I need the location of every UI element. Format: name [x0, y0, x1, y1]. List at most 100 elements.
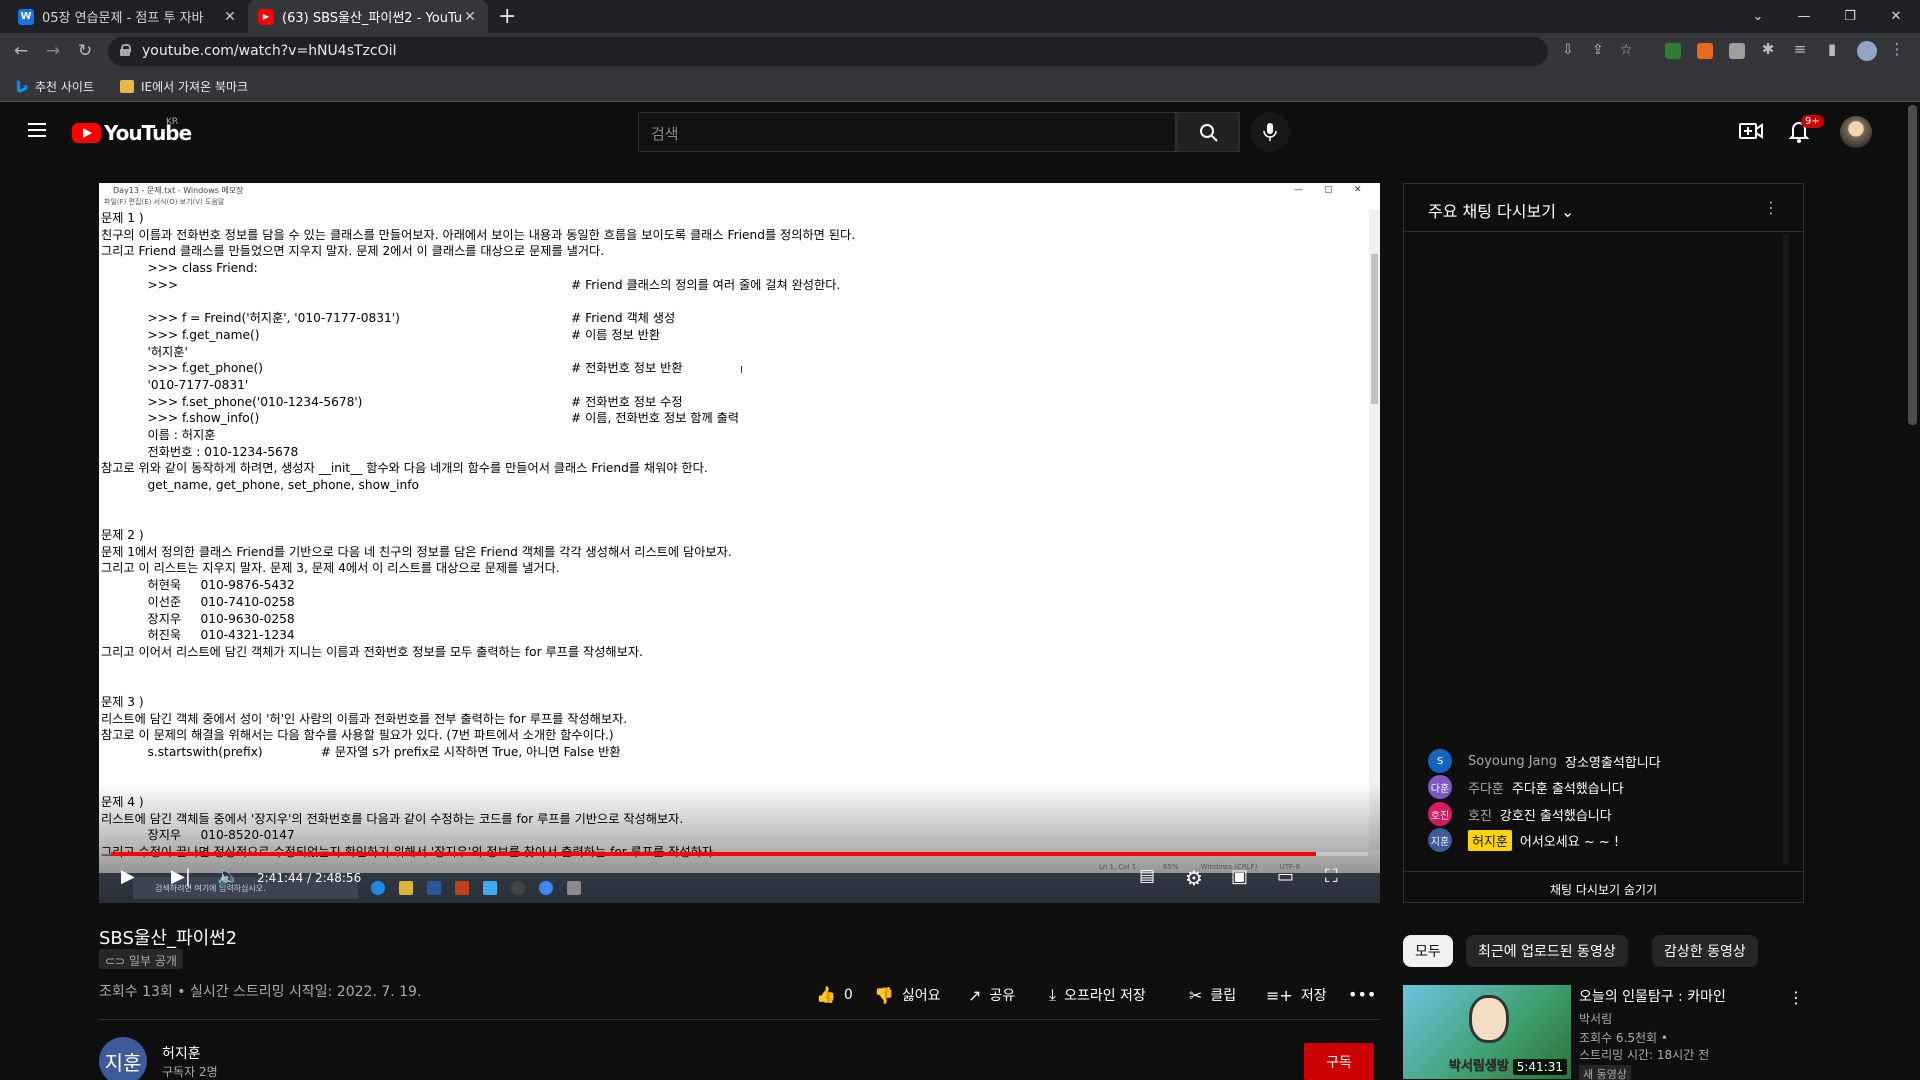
tab-search-icon[interactable]: ⌄: [1735, 0, 1781, 33]
browser-toolbar: ← → ↻ youtube.com/watch?v=hNU4sTzcOiI ⇩ …: [0, 33, 1920, 70]
video-title: SBS울산_파이썬2: [99, 928, 238, 949]
next-button[interactable]: ▶|: [171, 866, 191, 887]
notepad-line: [101, 494, 1369, 511]
side-panel-icon[interactable]: ▮: [1821, 40, 1843, 58]
page-scroll-thumb[interactable]: [1908, 105, 1917, 425]
extension-icon[interactable]: [1729, 43, 1745, 59]
chip-recent-uploads[interactable]: 최근에 업로드된 동영상: [1466, 935, 1628, 967]
recommended-more-icon[interactable]: ⋮: [1788, 988, 1804, 1007]
bookmark-ie-imported[interactable]: IE에서 가져온 북마크: [120, 78, 248, 95]
save-button[interactable]: ≡+ 저장: [1266, 985, 1327, 1005]
extensions-puzzle-icon[interactable]: ✱: [1757, 40, 1779, 58]
search-input[interactable]: 검색: [638, 112, 1176, 152]
notepad-line: [101, 293, 1369, 310]
recommended-thumbnail[interactable]: 박서림생방 5:41:31: [1403, 985, 1571, 1079]
browser-menu-icon[interactable]: ⋮: [1886, 40, 1908, 58]
notepad-line: >>> f = Freind('허지훈', '010-7177-0831') # …: [101, 310, 1369, 327]
notepad-minimize-icon: —: [1294, 185, 1303, 195]
chat-avatar[interactable]: 호진: [1428, 802, 1452, 826]
voice-search-button[interactable]: [1250, 112, 1290, 152]
back-arrow-icon[interactable]: ←: [10, 41, 32, 61]
line-text: '허지훈': [101, 344, 188, 359]
install-app-icon[interactable]: ⇩: [1562, 42, 1574, 58]
line-comment: # 전화번호 정보 수정: [571, 394, 683, 409]
notepad-line: 리스트에 담긴 객체 중에서 성이 '허'인 사람의 이름과 전화번호를 전부 …: [101, 711, 1369, 728]
notepad-title-bar: Day13 - 문제.txt - Windows 메모장 — ▢ ✕: [99, 183, 1380, 197]
bookmark-star-icon[interactable]: ☆: [1620, 42, 1633, 58]
progress-bar[interactable]: [111, 852, 1368, 856]
browser-tab-youtube[interactable]: ▶ (63) SBS울산_파이썬2 - YouTube ✕: [248, 0, 488, 33]
chat-avatar[interactable]: 다훈: [1428, 775, 1452, 799]
fullscreen-icon[interactable]: ⛶: [1325, 866, 1338, 887]
bookmark-recommended-sites[interactable]: 추천 사이트: [14, 78, 94, 95]
download-icon: ⤓: [1049, 985, 1057, 1004]
chip-all[interactable]: 모두: [1403, 935, 1453, 967]
chip-watched[interactable]: 감상한 동영상: [1652, 935, 1758, 967]
account-avatar[interactable]: [1840, 116, 1872, 148]
like-button[interactable]: 👍 0: [816, 985, 853, 1004]
restore-button[interactable]: ❐: [1827, 0, 1873, 33]
chat-avatar[interactable]: 지훈: [1428, 828, 1452, 852]
chat-author[interactable]: 주다훈: [1468, 778, 1504, 797]
line-comment: # 전화번호 정보 반환: [571, 361, 683, 376]
share-button[interactable]: ↗ 공유: [968, 985, 1015, 1005]
line-text: 리스트에 담긴 객체 중에서 성이 '허'인 사람의 이름과 전화번호를 전부 …: [101, 711, 628, 726]
extension-icon[interactable]: [1697, 43, 1713, 59]
hide-chat-button[interactable]: 채팅 다시보기 숨기기: [1404, 871, 1803, 903]
dislike-button[interactable]: 👎 싫어요: [874, 985, 941, 1005]
search-button[interactable]: [1176, 112, 1240, 152]
recommended-channel[interactable]: 박서림: [1579, 1010, 1612, 1027]
reading-list-icon[interactable]: ≡: [1789, 40, 1811, 58]
thumbs-up-icon: 👍: [816, 985, 836, 1004]
share-icon[interactable]: ⇪: [1592, 42, 1604, 58]
new-tab-button[interactable]: +: [498, 4, 516, 29]
volume-icon[interactable]: 🔈: [217, 866, 239, 887]
chat-message[interactable]: 다훈 주다훈 주다훈 출석했습니다: [1428, 774, 1788, 800]
minimize-button[interactable]: —: [1781, 0, 1827, 33]
chat-author[interactable]: Soyoung Jang: [1468, 754, 1557, 769]
miniplayer-icon[interactable]: ▣: [1231, 866, 1248, 887]
youtube-logo[interactable]: YouTube KR: [72, 117, 192, 145]
lock-icon[interactable]: [120, 44, 131, 56]
chat-message[interactable]: 호진 호진 강호진 출석했습니다: [1428, 801, 1788, 827]
subtitles-icon[interactable]: ▤: [1139, 866, 1155, 886]
browser-tab-jump-to-java[interactable]: W 05장 연습문제 - 점프 투 자바 ✕: [8, 0, 248, 33]
search-icon: [1200, 124, 1218, 142]
line-text: 문제 1 ): [101, 211, 144, 225]
address-bar[interactable]: youtube.com/watch?v=hNU4sTzcOiI ⇩ ⇪ ☆: [108, 37, 1633, 66]
channel-name[interactable]: 허지훈: [162, 1043, 201, 1063]
play-button[interactable]: ▶: [121, 866, 135, 887]
extension-icon[interactable]: [1665, 43, 1681, 59]
line-text: >>> f.get_name(): [101, 327, 260, 342]
recommended-title[interactable]: 오늘의 인물탐구 : 카마인: [1579, 986, 1726, 1006]
line-text: 문제 4 ): [101, 795, 144, 810]
close-tab-icon[interactable]: ✕: [462, 9, 478, 25]
create-video-icon[interactable]: [1737, 117, 1765, 145]
reload-icon[interactable]: ↻: [74, 41, 96, 61]
notepad-line: 문제 4 ): [101, 794, 1369, 811]
chat-mode-dropdown[interactable]: 주요 채팅 다시보기 ⌄: [1428, 198, 1574, 222]
settings-gear-icon[interactable]: ⚙: [1185, 866, 1203, 890]
chat-author[interactable]: 호진: [1468, 805, 1492, 824]
subscribe-button[interactable]: 구독: [1304, 1043, 1374, 1080]
clip-button[interactable]: ✂ 클립: [1189, 985, 1236, 1005]
url-text[interactable]: youtube.com/watch?v=hNU4sTzcOiI: [142, 43, 397, 59]
chat-author[interactable]: 허지훈: [1468, 829, 1512, 851]
close-tab-icon[interactable]: ✕: [222, 9, 238, 25]
channel-avatar[interactable]: 지훈: [99, 1037, 147, 1080]
chat-avatar[interactable]: S: [1428, 749, 1452, 773]
more-actions-button[interactable]: •••: [1348, 985, 1384, 1004]
offline-save-button[interactable]: ⤓ 오프라인 저장: [1049, 985, 1146, 1005]
video-player[interactable]: Day13 - 문제.txt - Windows 메모장 — ▢ ✕ 파일(F)…: [99, 183, 1380, 903]
line-text: >>> f = Freind('허지훈', '010-7177-0831'): [101, 311, 400, 326]
menu-hamburger-icon[interactable]: [28, 123, 46, 137]
link-icon: ⊂⊃: [105, 954, 129, 968]
notepad-line: 참고로 이 문제의 해결을 위해서는 다음 함수를 사용할 필요가 있다. (7…: [101, 727, 1369, 744]
window-close-button[interactable]: ✕: [1873, 0, 1919, 33]
chat-message[interactable]: S Soyoung Jang 장소영출석합니다: [1428, 748, 1788, 774]
forward-arrow-icon[interactable]: →: [42, 41, 64, 61]
chat-more-icon[interactable]: ⋮: [1763, 198, 1779, 217]
profile-avatar[interactable]: [1857, 41, 1877, 61]
chat-message[interactable]: 지훈 허지훈 어서오세요 ~ ~ !: [1428, 827, 1788, 853]
theater-mode-icon[interactable]: ▭: [1277, 866, 1294, 887]
